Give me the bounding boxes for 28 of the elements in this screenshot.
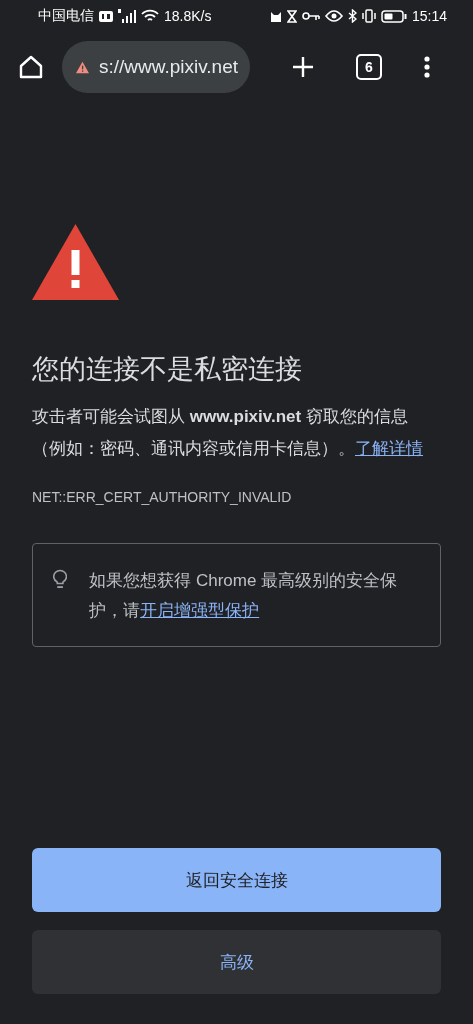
eye-icon — [324, 10, 343, 22]
enhanced-protection-link[interactable]: 开启增强型保护 — [140, 601, 260, 621]
learn-more-link[interactable]: 了解详情 — [355, 439, 423, 459]
wifi-icon — [141, 9, 159, 23]
error-code: NET::ERR_CERT_AUTHORITY_INVALID — [32, 489, 293, 506]
address-bar[interactable]: s://www.pixiv.net — [62, 41, 250, 93]
vibrate-icon — [361, 9, 376, 23]
back-to-safety-button[interactable]: 返回安全连接 — [32, 848, 441, 912]
clock-time: 15:14 — [411, 8, 447, 24]
warning-icon — [32, 224, 119, 300]
tab-count-button[interactable]: 6 — [356, 54, 382, 80]
error-title: 您的连接不是私密连接 — [32, 353, 303, 386]
home-icon[interactable] — [18, 55, 44, 79]
menu-icon[interactable] — [424, 56, 430, 78]
plus-icon[interactable] — [292, 56, 314, 78]
bluetooth-icon — [347, 9, 357, 23]
network-speed: 18.8K/s — [164, 8, 212, 24]
cat-icon — [269, 10, 282, 22]
key-icon — [301, 11, 320, 21]
advanced-button[interactable]: 高级 — [32, 930, 441, 994]
tip-text: 如果您想获得 Chrome 最高级别的安全保护，请开启增强型保护 — [89, 570, 399, 623]
signal-icon — [118, 9, 136, 23]
battery-icon — [380, 9, 407, 23]
error-description: 攻击者可能会试图从 www.pixiv.net 窃取您的信息（例如：密码、通讯内容或信用卡信息）。了解详情 — [32, 406, 424, 461]
url-text: s://www.pixiv.net — [98, 56, 238, 78]
carrier-name: 中国电信 — [38, 7, 94, 25]
hd-icon — [99, 10, 113, 22]
hourglass-icon — [286, 9, 297, 23]
